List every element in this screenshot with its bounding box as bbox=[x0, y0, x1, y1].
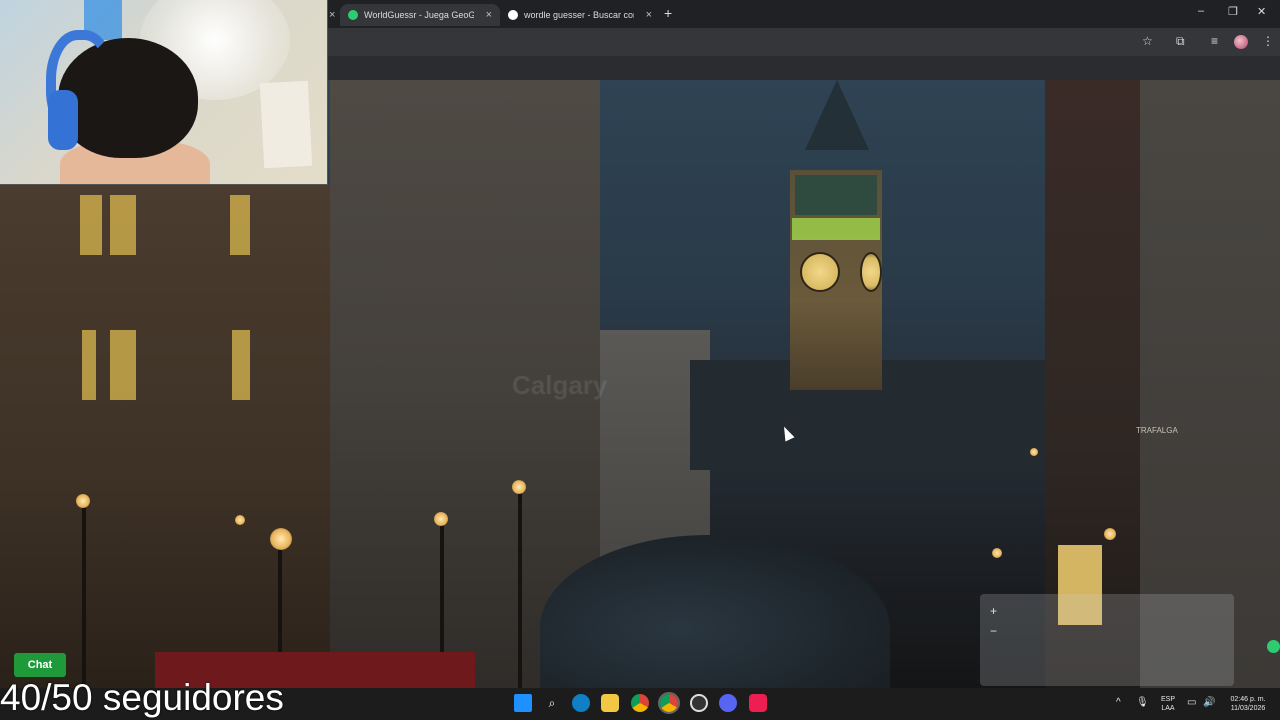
street-lamp-post bbox=[82, 505, 86, 688]
webcam-overlay bbox=[0, 0, 328, 185]
chevron-up-icon[interactable]: ^ bbox=[1116, 697, 1121, 708]
tab-google-search[interactable]: wordle guesser - Buscar con Google × bbox=[500, 4, 660, 26]
volume-icon[interactable]: 🔊 bbox=[1203, 697, 1215, 708]
followers-goal-text: 40/50 seguidores bbox=[0, 677, 284, 718]
tower-belfry-light bbox=[792, 218, 880, 240]
street-lamp bbox=[1030, 448, 1038, 456]
chrome-alt-icon[interactable] bbox=[658, 692, 680, 714]
obs-icon[interactable] bbox=[690, 694, 708, 712]
street-lamp bbox=[434, 512, 448, 526]
close-icon[interactable]: × bbox=[646, 9, 652, 21]
map-zoom-in-button[interactable]: + bbox=[990, 604, 997, 618]
lit-window bbox=[232, 330, 250, 400]
headphone-cup bbox=[48, 90, 78, 150]
tab-title: WorldGuessr - Juega GeoGuessr bbox=[364, 10, 474, 20]
edge-icon[interactable] bbox=[572, 694, 590, 712]
street-lamp bbox=[76, 494, 90, 508]
street-lamp-post bbox=[518, 480, 522, 688]
tab-title: wordle guesser - Buscar con Google bbox=[524, 10, 634, 20]
tiktok-icon[interactable] bbox=[749, 694, 767, 712]
google-favicon-icon bbox=[508, 10, 518, 20]
date-text: 11/03/2026 bbox=[1230, 705, 1266, 712]
discord-icon[interactable] bbox=[719, 694, 737, 712]
map-zoom-out-button[interactable]: − bbox=[990, 624, 997, 638]
tab-worldguessr[interactable]: WorldGuessr - Juega GeoGuessr × bbox=[340, 4, 500, 26]
menu-icon[interactable]: ⋮ bbox=[1262, 34, 1274, 48]
wall-paper bbox=[259, 80, 313, 169]
street-lamp bbox=[992, 548, 1002, 558]
lit-window bbox=[110, 195, 136, 255]
extensions-icon[interactable]: ⧉ bbox=[1176, 34, 1185, 49]
search-icon[interactable]: ⌕ bbox=[543, 694, 561, 712]
trafalgar-sign: TRAFALGA bbox=[1136, 425, 1178, 437]
chrome-icon[interactable] bbox=[631, 694, 649, 712]
new-tab-button[interactable]: + bbox=[664, 5, 672, 21]
lit-window bbox=[80, 195, 102, 255]
lit-window bbox=[110, 330, 136, 400]
street-lamp bbox=[1104, 528, 1116, 540]
microphone-icon[interactable]: 🎙 bbox=[1136, 697, 1149, 708]
street-lamp bbox=[235, 515, 245, 525]
watermark-text: Calgary bbox=[512, 370, 608, 400]
worldguessr-favicon-icon bbox=[348, 10, 358, 20]
guess-minimap[interactable] bbox=[980, 594, 1234, 686]
file-explorer-icon[interactable] bbox=[601, 694, 619, 712]
close-icon[interactable]: × bbox=[329, 9, 335, 21]
minimize-button[interactable]: – bbox=[1198, 5, 1204, 17]
street-lamp bbox=[512, 480, 526, 494]
clock-area[interactable]: 02:46 p. m. 11/03/2026 bbox=[1222, 695, 1274, 713]
tower-spire bbox=[805, 80, 869, 150]
language-top: ESP bbox=[1160, 696, 1175, 703]
clock-face bbox=[800, 252, 840, 292]
profile-avatar[interactable] bbox=[1234, 35, 1248, 49]
media-icon[interactable]: ≡ bbox=[1211, 34, 1218, 48]
time-text: 02:46 p. m. bbox=[1230, 696, 1266, 703]
clock-face-side bbox=[860, 252, 882, 292]
language-indicator[interactable]: ESP LAA bbox=[1158, 695, 1178, 713]
lit-window bbox=[82, 330, 96, 400]
tower-roof bbox=[795, 175, 877, 215]
close-window-button[interactable]: ✕ bbox=[1257, 5, 1266, 18]
star-icon[interactable]: ☆ bbox=[1142, 34, 1153, 48]
maximize-button[interactable]: ❐ bbox=[1228, 5, 1238, 18]
status-indicator-dot[interactable] bbox=[1267, 640, 1280, 653]
lit-window bbox=[230, 195, 250, 255]
chat-button[interactable]: Chat bbox=[14, 653, 66, 677]
close-icon[interactable]: × bbox=[486, 9, 492, 21]
language-bottom: LAA bbox=[1161, 705, 1175, 712]
building-left bbox=[0, 185, 345, 688]
display-icon[interactable]: ▭ bbox=[1187, 697, 1196, 708]
windows-start-icon[interactable] bbox=[514, 694, 532, 712]
street-lamp bbox=[270, 528, 292, 550]
